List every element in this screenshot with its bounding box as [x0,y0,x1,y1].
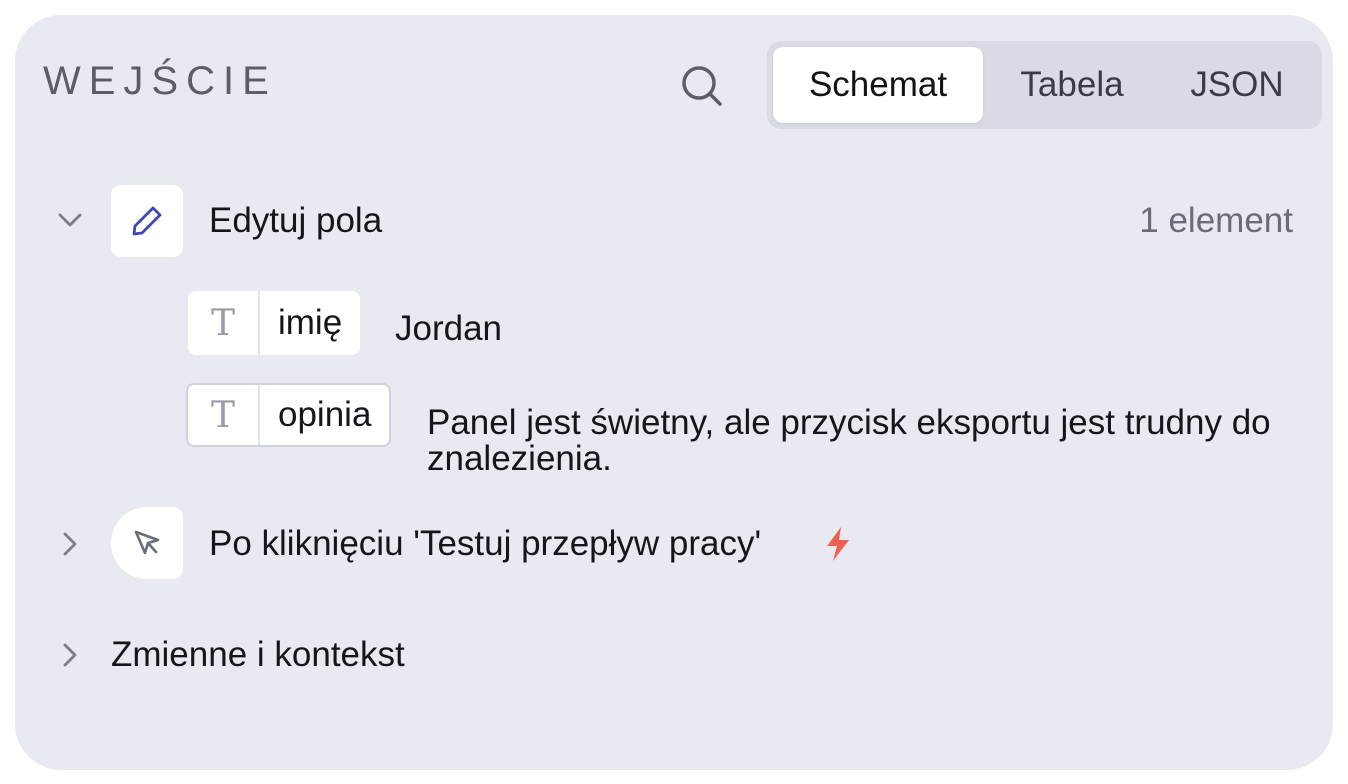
tab-json[interactable]: JSON [1167,47,1307,123]
pencil-icon [132,206,162,236]
text-type-icon: T [188,385,260,445]
cursor-pointer-icon [134,530,160,555]
on-click-label[interactable]: Po kliknięciu 'Testuj przepływ pracy' [209,526,761,561]
chevron-right-icon [63,532,77,556]
input-panel: WEJŚCIE Schemat Tabela JSON Edytuj pola … [15,15,1333,770]
lightning-bolt-icon [827,527,849,561]
expand-variables-button[interactable] [55,640,85,670]
panel-title: WEJŚCIE [43,59,277,103]
edit-fields-icon-box [111,185,183,257]
expand-on-click-button[interactable] [55,529,85,559]
tab-schemat[interactable]: Schemat [773,47,983,123]
field-value: Jordan [395,309,503,348]
edit-fields-label[interactable]: Edytuj pola [209,203,382,238]
chevron-right-icon [63,643,77,667]
text-type-icon: T [188,291,260,355]
search-icon [682,66,722,106]
field-chip-opinia[interactable]: T opinia [186,383,392,447]
collapse-edit-fields-button[interactable] [55,205,85,235]
field-name: imię [278,303,343,342]
field-chip-imie[interactable]: T imię [188,291,361,355]
tab-tabela[interactable]: Tabela [997,47,1147,123]
view-tabs: Schemat Tabela JSON [767,41,1322,129]
variables-context-label[interactable]: Zmienne i kontekst [111,637,405,672]
field-name: opinia [278,395,372,434]
on-click-icon-box [111,507,183,579]
chevron-down-icon [58,213,82,227]
edit-fields-count: 1 element [1139,201,1293,240]
field-value: Panel jest świetny, ale przycisk eksport… [427,403,1271,478]
search-button[interactable] [677,61,727,111]
